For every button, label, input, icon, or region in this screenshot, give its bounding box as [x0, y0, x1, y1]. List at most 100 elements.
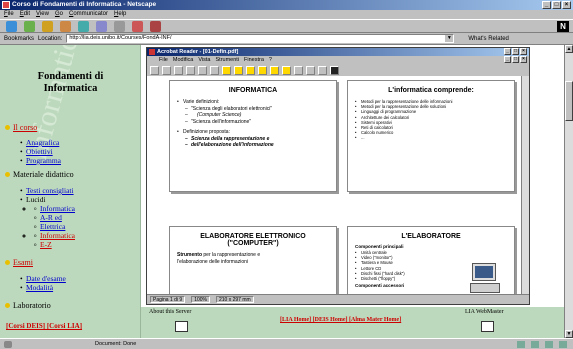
- location-input[interactable]: http://lia.deis.unibo.it/Courses/FondA-I…: [66, 34, 455, 43]
- menu-edit[interactable]: Edit: [20, 10, 30, 19]
- page-indicator[interactable]: Pagina 1 di 9: [150, 296, 186, 303]
- cpu-case-shape: [470, 283, 500, 293]
- slide-1-title: INFORMATICA: [228, 87, 278, 94]
- link-modalita[interactable]: Modalità: [26, 283, 53, 292]
- acrobat-menu-modifica[interactable]: Modifica: [173, 56, 193, 64]
- link-elettrica[interactable]: Elettrica: [40, 222, 65, 231]
- window-title-bar: Corso di Fondamenti di Informatica - Net…: [0, 0, 573, 10]
- print-icon[interactable]: [114, 20, 125, 32]
- list-item: Informatica: [34, 231, 75, 241]
- acrobat-menu-finestra[interactable]: Finestra: [244, 56, 264, 64]
- link-date-esame[interactable]: Date d'esame: [26, 274, 66, 283]
- fit-width-icon[interactable]: [318, 65, 327, 75]
- menu-help[interactable]: Help: [114, 10, 126, 19]
- slide-1: INFORMATICA Varie definizioni: "Scienza …: [169, 80, 337, 192]
- acrobat-menu-help[interactable]: ?: [269, 56, 272, 64]
- close-button[interactable]: ×: [562, 1, 571, 9]
- scroll-up-icon[interactable]: ▲: [565, 45, 573, 53]
- acrobat-menu-strumenti[interactable]: Strumenti: [216, 56, 240, 64]
- reload-icon[interactable]: [42, 20, 53, 32]
- minimize-button[interactable]: _: [542, 1, 551, 9]
- list-item: Testi consigliati: [20, 186, 75, 195]
- first-page-icon[interactable]: [222, 65, 231, 75]
- composer-icon[interactable]: [559, 341, 567, 348]
- acrobat-minimize-button[interactable]: _: [504, 48, 511, 55]
- text-select-icon[interactable]: [210, 65, 219, 75]
- menu-view[interactable]: View: [36, 10, 49, 19]
- slide-2-bullets: Metodi per la rappresentazione delle inf…: [355, 99, 507, 141]
- hand-tool-icon[interactable]: [186, 65, 195, 75]
- section-corso[interactable]: Il corso: [5, 123, 37, 132]
- navigator-icon[interactable]: [517, 341, 525, 348]
- corsi-links[interactable]: [Corsi DEIS] [Corsi LIA]: [6, 322, 82, 330]
- find-icon[interactable]: [330, 65, 339, 75]
- netscape-guide-icon[interactable]: [96, 20, 107, 32]
- zoom-tool-icon[interactable]: [198, 65, 207, 75]
- zoom-indicator[interactable]: 100%: [191, 296, 210, 303]
- link-obiettivi[interactable]: Obiettivi: [26, 147, 53, 156]
- menu-file[interactable]: File: [4, 10, 14, 19]
- stop-icon[interactable]: [150, 20, 161, 32]
- link-testi[interactable]: Testi consigliati: [26, 186, 74, 195]
- link-ar-ed[interactable]: A-R ed: [40, 213, 62, 222]
- doc-minimize-button[interactable]: _: [504, 56, 511, 63]
- navigation-toolbar: [0, 19, 573, 33]
- mail-status-icon[interactable]: [531, 341, 539, 348]
- back-icon[interactable]: [6, 20, 17, 32]
- bullet-icon: [5, 303, 10, 308]
- section-esami-label: Esami: [13, 258, 33, 267]
- chevron-down-icon[interactable]: ▼: [445, 35, 454, 42]
- scroll-thumb[interactable]: [565, 81, 573, 121]
- list-item: Obiettivi: [20, 147, 61, 156]
- link-anagrafica[interactable]: Anagrafica: [26, 138, 59, 147]
- acrobat-vertical-scrollbar[interactable]: [521, 76, 529, 294]
- acrobat-maximize-button[interactable]: □: [512, 48, 519, 55]
- home-links[interactable]: [LIA Home] [DEIS Home] [Alma Mater Home]: [280, 317, 401, 323]
- page-only-icon[interactable]: [150, 65, 159, 75]
- mail-icon[interactable]: [175, 321, 188, 332]
- forward-icon[interactable]: [24, 20, 35, 32]
- menu-communicator[interactable]: Communicator: [69, 10, 108, 19]
- security-icon[interactable]: [132, 20, 143, 32]
- maximize-button[interactable]: □: [552, 1, 561, 9]
- webmaster-link[interactable]: LIA WebMaster: [465, 309, 504, 315]
- search-icon[interactable]: [78, 20, 89, 32]
- previous-page-icon[interactable]: [234, 65, 243, 75]
- link-informatica-ar[interactable]: Informatica: [40, 204, 75, 213]
- security-lock-icon[interactable]: [4, 341, 12, 348]
- page-vertical-scrollbar[interactable]: ▲ ▼: [564, 45, 573, 338]
- thumbnails-icon[interactable]: [174, 65, 183, 75]
- sidebar-footer-links[interactable]: [Corsi DEIS] [Corsi LIA]: [6, 322, 82, 330]
- acrobat-menu-file[interactable]: File: [159, 56, 168, 64]
- fit-page-icon[interactable]: [306, 65, 315, 75]
- pdf-document-area[interactable]: INFORMATICA Varie definizioni: "Scienza …: [147, 76, 529, 294]
- doc-maximize-button[interactable]: □: [512, 56, 519, 63]
- section-esami[interactable]: Esami: [5, 258, 33, 267]
- webmaster-mail-icon[interactable]: [481, 321, 494, 332]
- last-page-icon[interactable]: [258, 65, 267, 75]
- link-informatica-ez[interactable]: Informatica: [40, 231, 75, 240]
- bookmarks-panel-icon[interactable]: [162, 65, 171, 75]
- footer-links[interactable]: [LIA Home] [DEIS Home] [Alma Mater Home]: [280, 317, 401, 323]
- go-back-icon[interactable]: [270, 65, 279, 75]
- discussion-icon[interactable]: [545, 341, 553, 348]
- whats-related-button[interactable]: What's Related: [468, 36, 509, 42]
- bookmarks-button[interactable]: Bookmarks: [4, 36, 34, 42]
- go-forward-icon[interactable]: [282, 65, 291, 75]
- slide-3-text-1: per la rappresentazione e: [203, 252, 261, 258]
- doc-close-button[interactable]: ×: [520, 56, 527, 63]
- bullet-icon: [5, 125, 10, 130]
- menu-go[interactable]: Go: [55, 10, 63, 19]
- home-icon[interactable]: [60, 20, 71, 32]
- next-page-icon[interactable]: [246, 65, 255, 75]
- actual-size-icon[interactable]: [294, 65, 303, 75]
- acrobat-close-button[interactable]: ×: [520, 48, 527, 55]
- acrobat-menu-vista[interactable]: Vista: [198, 56, 210, 64]
- window-title: Corso di Fondamenti di Informatica - Net…: [12, 1, 157, 8]
- link-ez[interactable]: E-Z: [40, 240, 52, 249]
- sidebar-title-line-1: Fondamenti di: [37, 71, 104, 82]
- link-programma[interactable]: Programma: [26, 156, 61, 165]
- scroll-down-icon[interactable]: ▼: [565, 330, 573, 338]
- location-bar: Bookmarks Location: http://lia.deis.unib…: [0, 33, 573, 45]
- about-server-link[interactable]: About this Server: [149, 309, 191, 315]
